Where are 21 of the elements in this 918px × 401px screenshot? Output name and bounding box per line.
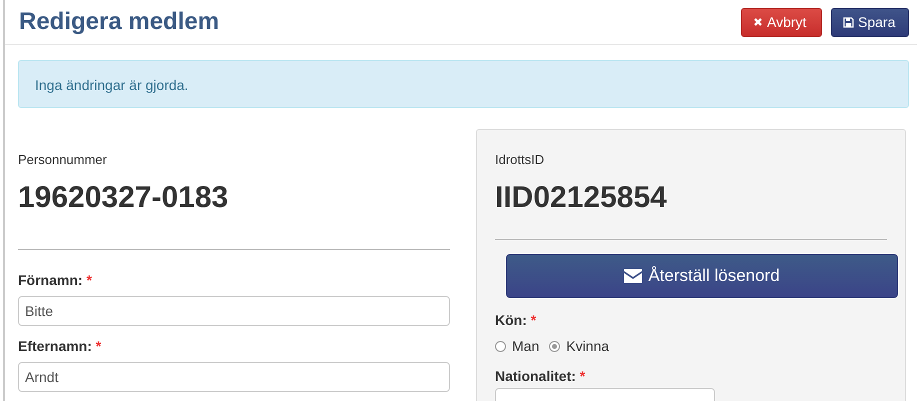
save-button[interactable]: Spara <box>831 8 909 36</box>
text-field[interactable]: Bitte <box>18 296 450 326</box>
field-label: Kön: <box>495 312 527 328</box>
id-label: Personnummer <box>18 152 108 167</box>
page-title: Redigera medlem <box>19 8 220 36</box>
id-number: IID02125854 <box>495 181 668 215</box>
reset-password-button[interactable]: Återställ lösenord <box>506 254 898 298</box>
text-field[interactable]: Arndt <box>18 362 450 392</box>
field-label: Förnamn: <box>18 272 83 288</box>
required-asterisk: * <box>86 272 92 288</box>
field-label: Efternamn: <box>18 338 92 354</box>
radio-option[interactable]: Man <box>495 338 540 354</box>
info-alert: Inga ändringar är gjorda. <box>18 60 909 108</box>
cancel-button[interactable]: Avbryt <box>741 8 822 36</box>
field-label: Nationalitet: <box>495 368 576 384</box>
required-asterisk: * <box>580 368 586 384</box>
required-asterisk: * <box>96 338 102 354</box>
radio-option[interactable]: Kvinna <box>549 338 610 354</box>
id-label: IdrottsID <box>495 152 546 167</box>
id-number: 19620327-0183 <box>18 181 230 215</box>
required-asterisk: * <box>530 312 536 328</box>
